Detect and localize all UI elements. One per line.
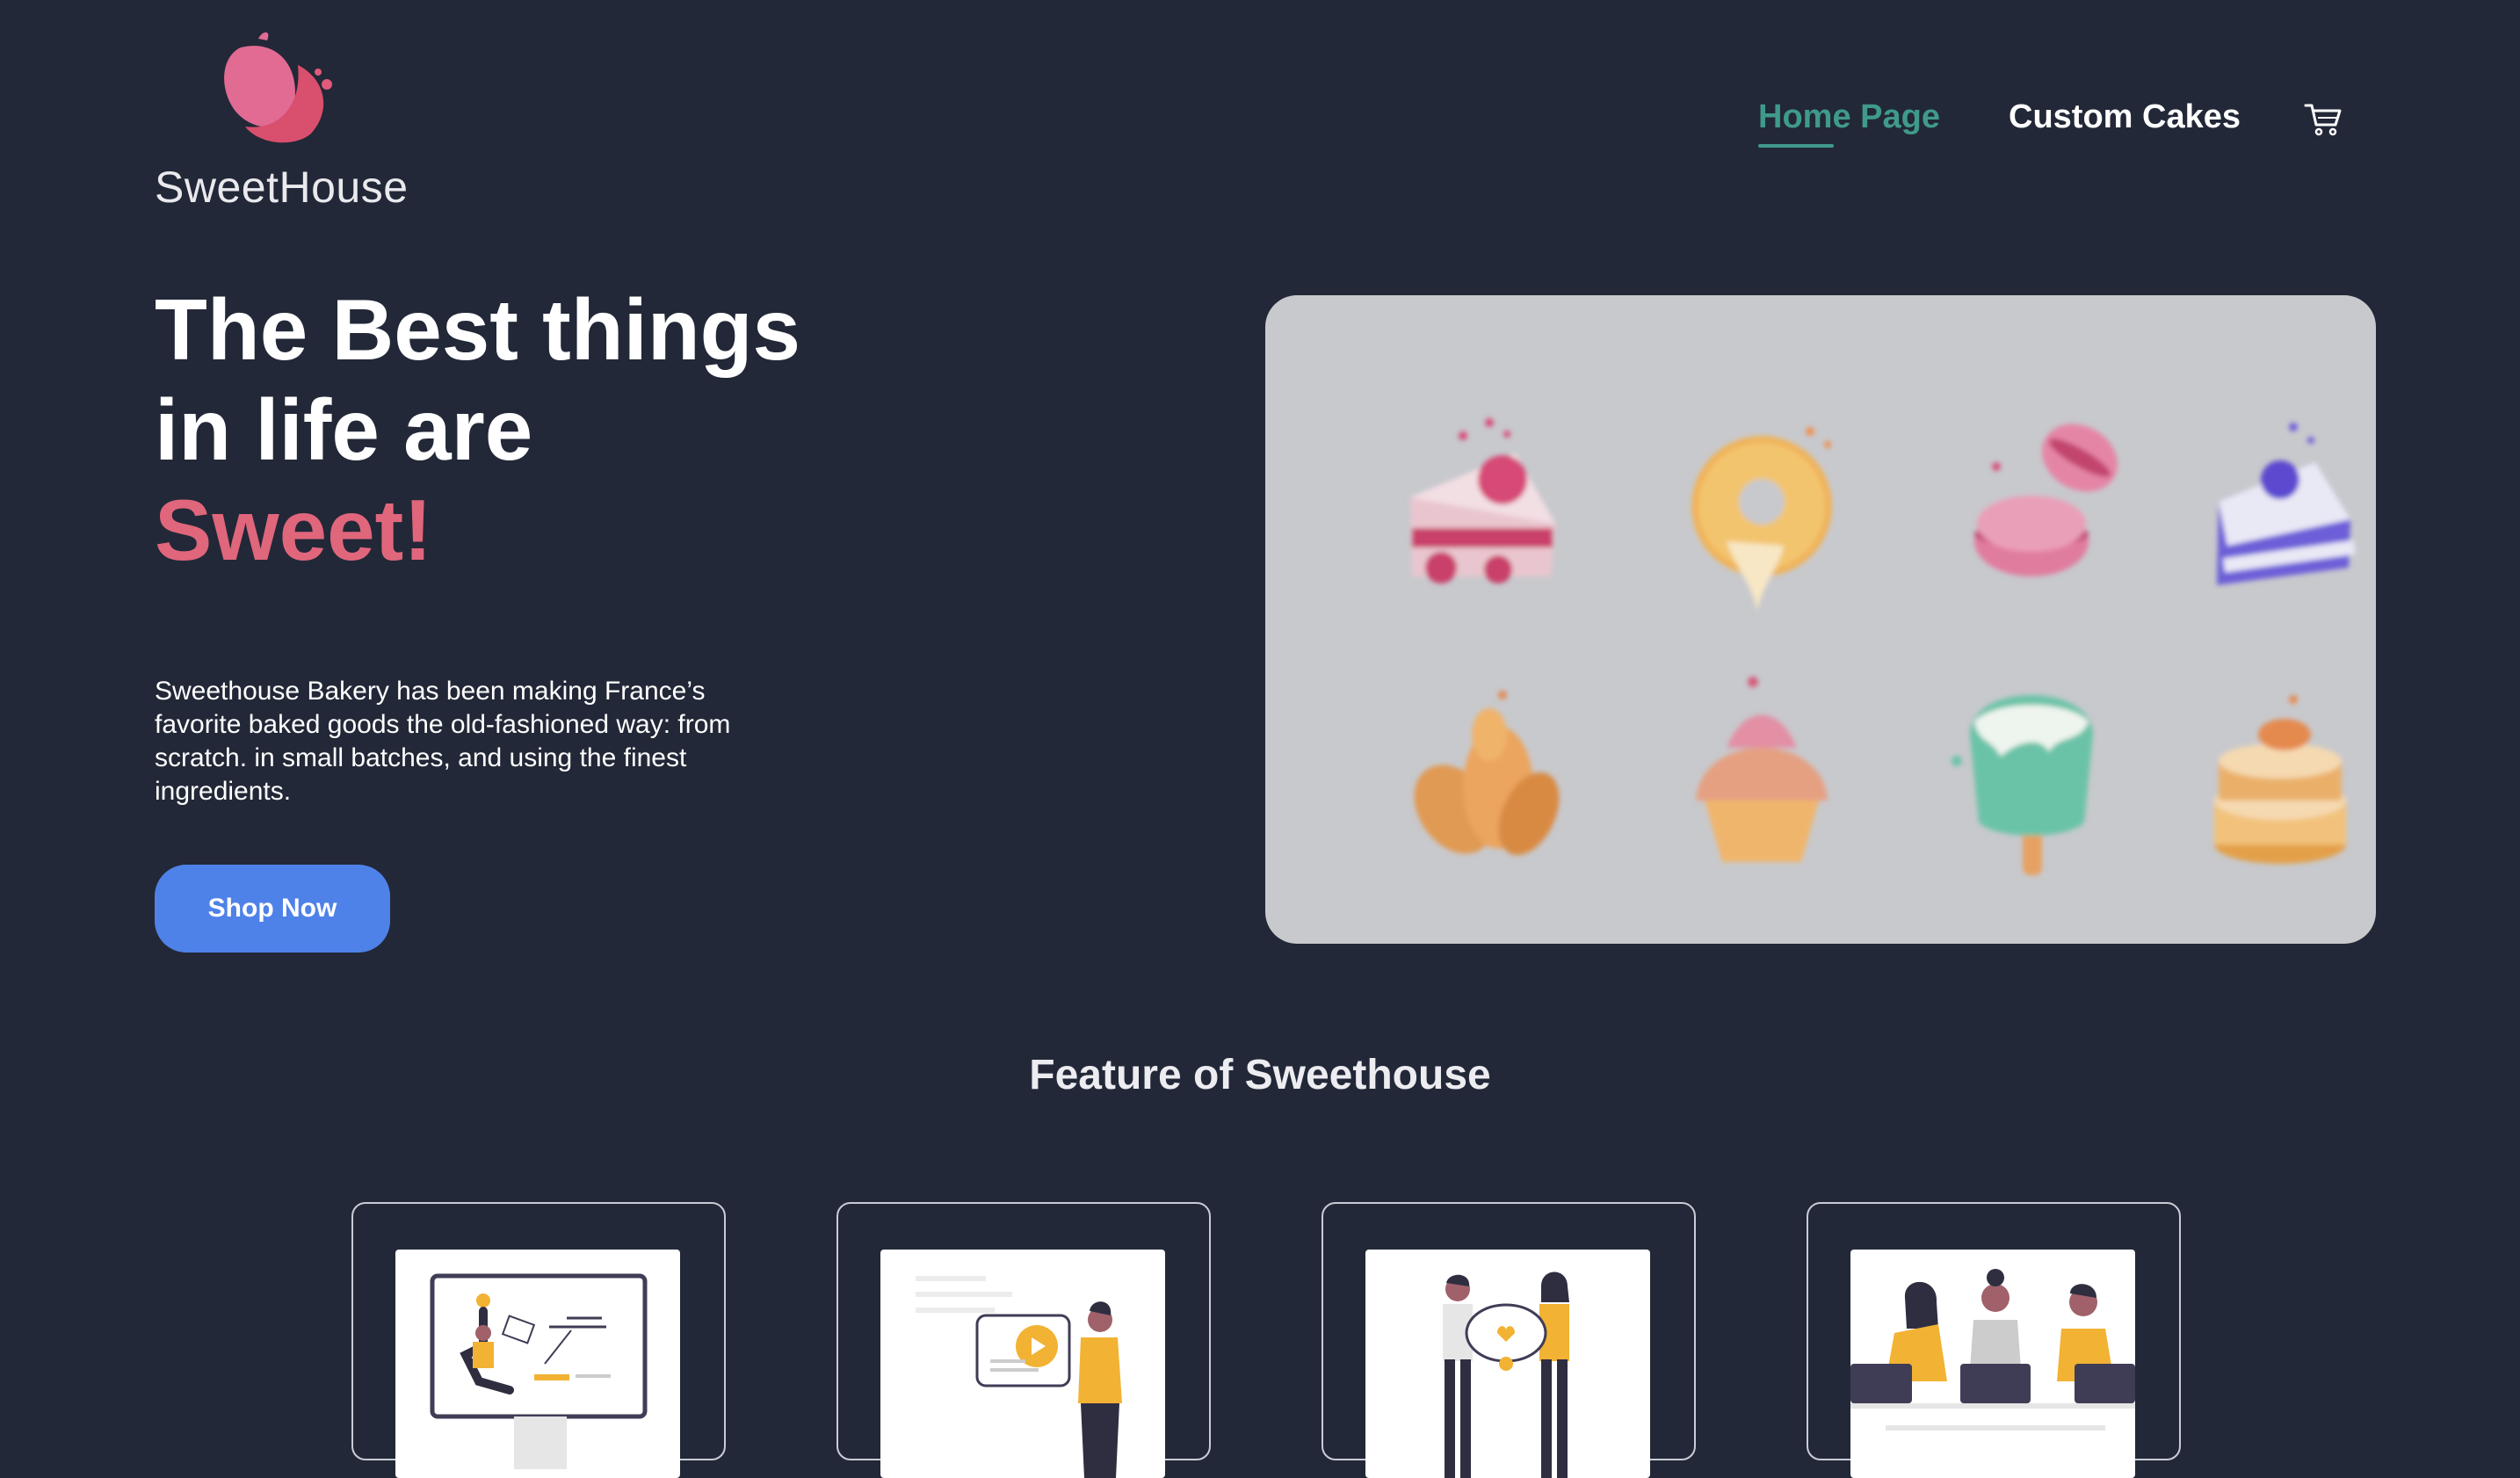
- hero-heading-line1: The Best things: [155, 281, 801, 378]
- feature-card[interactable]: [1322, 1202, 1696, 1478]
- feature-card[interactable]: [1807, 1202, 2181, 1478]
- feature-card-image: [1365, 1250, 1650, 1478]
- pancake-stack-icon: [2214, 695, 2346, 864]
- nav-home-link[interactable]: Home Page: [1758, 98, 1940, 136]
- feature-card[interactable]: [351, 1202, 726, 1478]
- feature-card-image: [880, 1250, 1165, 1478]
- cupcake-icon: [1696, 677, 1828, 862]
- brand-name: SweetHouse: [155, 163, 409, 212]
- shop-now-button[interactable]: Shop Now: [155, 865, 390, 953]
- popsicle-icon: [1952, 695, 2093, 875]
- dessert-gallery: [1265, 295, 2376, 944]
- hero-heading-highlight: Sweet!: [155, 482, 432, 578]
- computer-presentation-illustration: [430, 1273, 648, 1469]
- macaron-icon: [1974, 424, 2118, 576]
- hero-heading-line2: in life are: [155, 381, 533, 478]
- croissant-icon: [1414, 691, 1560, 856]
- nav-custom-cakes-link[interactable]: Custom Cakes: [2009, 98, 2241, 136]
- cake-slice-icon: [1410, 418, 1555, 583]
- feature-card-image: [395, 1250, 680, 1478]
- active-nav-indicator: [1758, 144, 1834, 148]
- site-header: SweetHouse Home Page Custom Cakes: [0, 0, 2520, 264]
- shopping-cart-icon[interactable]: [2304, 102, 2343, 137]
- feature-card[interactable]: [836, 1202, 1211, 1478]
- hero-description: Sweethouse Bakery has been making France…: [155, 677, 731, 806]
- feature-card-image: [1850, 1250, 2135, 1478]
- main-nav: Home Page Custom Cakes: [0, 98, 2520, 151]
- team-collaboration-illustration: [1443, 1272, 1569, 1478]
- layer-cake-icon: [2217, 423, 2356, 585]
- donut-icon: [1691, 427, 1832, 612]
- video-player-illustration: [916, 1276, 1122, 1478]
- meeting-laptops-illustration: [1850, 1269, 2135, 1431]
- hero-heading: The Best things in life are Sweet!: [155, 279, 800, 580]
- features-heading: Feature of Sweethouse: [1029, 1052, 1491, 1098]
